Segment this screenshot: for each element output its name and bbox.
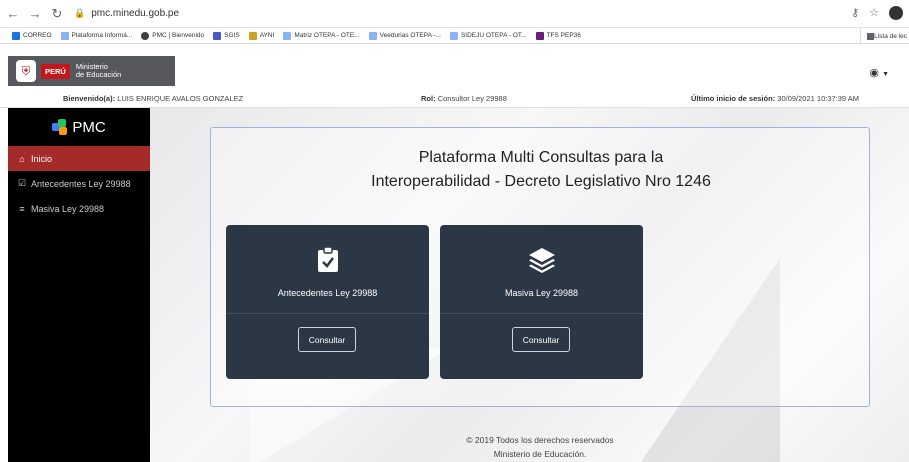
sidebar-item-label: Antecedentes Ley 29988 — [31, 178, 131, 189]
reload-icon[interactable]: ↻ — [48, 6, 66, 22]
bookmark-plataforma[interactable]: Plataforma Informá... — [60, 31, 132, 40]
bookmark-icon — [12, 31, 20, 40]
pmc-logo-icon — [52, 119, 68, 135]
consultar-button[interactable]: Consultar — [298, 327, 356, 352]
key-icon[interactable]: ⚷ — [851, 6, 859, 20]
bookmark-icon — [535, 31, 544, 40]
card-masiva: Masiva Ley 29988 Consultar — [440, 225, 643, 379]
user-circle-icon: ◉ — [869, 67, 879, 79]
welcome-text: Bienvenido(a): LUIS ENRIQUE AVALOS GONZA… — [63, 94, 244, 103]
sidebar-item-label: Masiva Ley 29988 — [31, 203, 105, 214]
chevron-down-icon: ▼ — [882, 71, 889, 78]
layers-icon: ≡ — [19, 203, 25, 214]
bookmark-matriz[interactable]: Matriz OTEPA - OTE... — [283, 31, 360, 40]
bookmark-veedurias[interactable]: Veedurias OTEPA -... — [368, 31, 441, 40]
url-text[interactable]: pmc.minedu.gob.pe — [91, 8, 179, 19]
bookmark-icon — [368, 31, 377, 40]
bookmark-icon — [60, 31, 69, 40]
main-content: Plataforma Multi Consultas para la Inter… — [150, 108, 909, 462]
sidebar-item-label: Inicio — [31, 153, 53, 164]
content-panel: Plataforma Multi Consultas para la Inter… — [210, 127, 870, 407]
bookmark-ayni[interactable]: AYNI — [248, 31, 274, 40]
lock-icon: 🔒 — [74, 8, 86, 18]
bookmark-sgis[interactable]: SGIS — [213, 31, 240, 40]
card-antecedentes: Antecedentes Ley 29988 Consultar — [226, 225, 429, 379]
sidebar: PMC ⌂ Inicio ☑ Antecedentes Ley 29988 ≡ … — [8, 108, 150, 462]
bookmark-icon — [248, 31, 257, 40]
page-title: Plataforma Multi Consultas para la Inter… — [371, 149, 711, 190]
user-menu[interactable]: ◉ ▼ — [869, 66, 889, 79]
bookmark-icon — [449, 31, 458, 40]
home-icon: ⌂ — [19, 153, 25, 164]
sidebar-item-inicio[interactable]: ⌂ Inicio — [8, 146, 150, 171]
site-header: ⛨ PERÚ Ministerio de Educación ◉ ▼ — [0, 44, 909, 90]
last-login-text: Último inicio de sesión: 30/09/2021 10:3… — [691, 94, 860, 103]
browser-toolbar: ← → ↻ 🔒 pmc.minedu.gob.pe ⚷ ☆ — [0, 0, 909, 28]
peru-label: PERÚ — [41, 63, 70, 79]
sidebar-item-masiva[interactable]: ≡ Masiva Ley 29988 — [8, 196, 150, 221]
divider — [226, 313, 429, 314]
sidebar-item-antecedentes[interactable]: ☑ Antecedentes Ley 29988 — [8, 171, 150, 196]
bookmark-tfs[interactable]: TFS PEP36 — [535, 31, 581, 40]
forward-icon[interactable]: → — [26, 6, 44, 21]
bookmark-sideju[interactable]: SIDEJU OTEPA - OT... — [449, 31, 527, 40]
brand-label: PMC — [72, 118, 106, 136]
brand[interactable]: PMC — [8, 108, 150, 146]
divider — [440, 313, 643, 314]
user-info-bar: Bienvenido(a): LUIS ENRIQUE AVALOS GONZA… — [0, 90, 909, 108]
role-text: Rol: Consultor Ley 29988 — [421, 94, 507, 103]
card-label: Antecedentes Ley 29988 — [277, 288, 378, 298]
footer: © 2019 Todos los derechos reservados Min… — [466, 435, 614, 459]
reading-list[interactable]: Lista de lec — [860, 28, 909, 43]
ministerio-label: Ministerio de Educación — [75, 62, 122, 79]
reading-list-icon — [867, 32, 875, 40]
bookmark-icon — [283, 31, 292, 40]
bookmarks-bar: CORREO Plataforma Informá... PMC | Bienv… — [0, 28, 909, 44]
bookmark-correo[interactable]: CORREO — [12, 31, 52, 40]
star-icon[interactable]: ☆ — [869, 6, 879, 20]
layers-icon — [440, 247, 643, 279]
back-icon[interactable]: ← — [4, 6, 22, 21]
bookmark-pmc[interactable]: PMC | Bienvenido — [141, 31, 204, 40]
profile-icon[interactable] — [889, 6, 903, 20]
minedu-logo[interactable]: ⛨ PERÚ Ministerio de Educación — [8, 56, 175, 86]
address-bar[interactable]: 🔒 pmc.minedu.gob.pe — [74, 8, 179, 19]
card-label: Masiva Ley 29988 — [504, 288, 579, 298]
clipboard-check-icon — [226, 246, 429, 279]
bookmark-icon — [141, 31, 150, 40]
clipboard-check-icon: ☑ — [17, 178, 27, 188]
consultar-button[interactable]: Consultar — [512, 327, 570, 352]
bookmark-icon — [213, 31, 222, 40]
coat-of-arms-icon: ⛨ — [16, 60, 36, 82]
